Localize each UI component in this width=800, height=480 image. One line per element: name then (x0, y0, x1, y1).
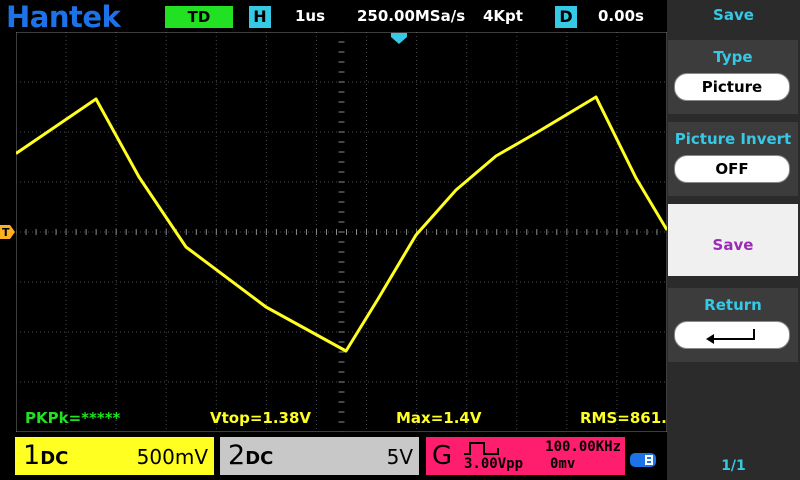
brand-logo: Hantek (6, 0, 121, 34)
measurement-rms: RMS=861.4 (580, 409, 667, 427)
generator-amplitude: 3.00Vpp (464, 456, 524, 472)
horizontal-badge: H (249, 6, 271, 28)
save-button[interactable]: Save (668, 204, 798, 276)
ch2-number: 2 (228, 440, 246, 471)
measurement-pkpk: PKPk=***** (25, 409, 121, 427)
ch2-status[interactable]: 2DC 5V (220, 437, 419, 475)
delay-badge: D (555, 6, 577, 28)
menu-title: Save (713, 6, 754, 24)
generator-frequency: 100.00KHz (545, 439, 621, 455)
measurement-vtop: Vtop=1.38V (210, 409, 312, 427)
sample-rate-value: 250.00MSa/s (357, 7, 466, 25)
ch2-coupling: DC (245, 448, 274, 469)
return-button[interactable]: Return (668, 288, 798, 362)
ch1-scale: 500mV (136, 445, 208, 469)
type-value: Picture (674, 73, 790, 101)
type-menu-item[interactable]: Type Picture (668, 40, 798, 114)
type-label: Type (713, 48, 753, 66)
return-label: Return (704, 296, 762, 314)
menu-page-indicator: 1/1 (721, 458, 746, 474)
top-status-bar: Hantek TD H 1us 250.00MSa/s 4Kpt D 0.00s (0, 0, 667, 34)
trigger-level-label: T (2, 226, 10, 239)
square-wave-icon (464, 442, 499, 455)
generator-offset: 0mv (550, 456, 576, 472)
delay-value: 0.00s (598, 7, 644, 25)
picture-invert-value: OFF (674, 155, 790, 183)
memory-depth-value: 4Kpt (483, 7, 523, 25)
time-position-marker[interactable] (391, 30, 407, 49)
generator-letter: G (432, 441, 453, 471)
ch1-coupling: DC (40, 448, 69, 469)
usb-drive-icon (630, 450, 658, 474)
waveform-grid (15, 31, 669, 433)
ch1-number: 1 (23, 440, 41, 471)
measurement-max: Max=1.4V (396, 409, 482, 427)
picture-invert-menu-item[interactable]: Picture Invert OFF (668, 122, 798, 196)
ch1-waveform (15, 95, 669, 353)
save-button-label: Save (712, 236, 754, 254)
trigger-mode-badge: TD (165, 6, 233, 28)
side-menu: Save Type Picture Picture Invert OFF Sav… (667, 0, 800, 480)
picture-invert-label: Picture Invert (674, 130, 792, 148)
trigger-level-marker[interactable]: T (0, 224, 16, 243)
ch2-scale: 5V (386, 445, 413, 469)
ch1-status[interactable]: 1DC 500mV (15, 437, 214, 475)
timebase-value: 1us (295, 7, 326, 25)
return-pill (674, 321, 790, 349)
waveform-display (15, 31, 669, 433)
return-arrow-icon (706, 329, 755, 344)
generator-status[interactable]: G 100.00KHz 3.00Vpp 0mv (426, 437, 625, 475)
